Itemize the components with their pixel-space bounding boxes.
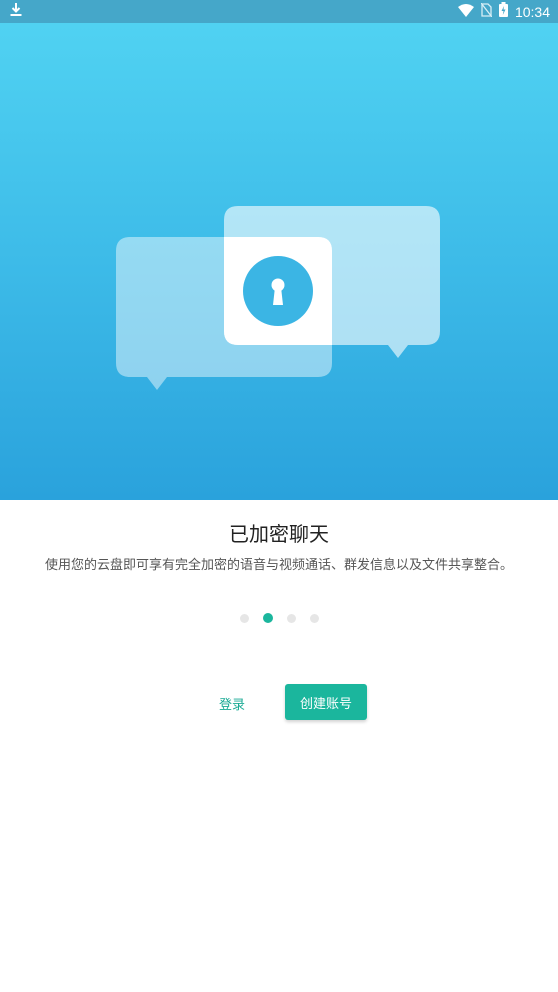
status-bar: 10:34 xyxy=(0,0,558,23)
status-bar-left xyxy=(10,2,22,21)
login-button[interactable]: 登录 xyxy=(204,688,260,718)
create-account-button[interactable]: 创建账号 xyxy=(285,684,367,720)
page-title: 已加密聊天 xyxy=(229,522,329,546)
lock-icon xyxy=(243,256,313,326)
page-indicator xyxy=(0,612,558,624)
page-dot-4[interactable] xyxy=(309,613,319,623)
status-bar-right: 10:34 xyxy=(457,2,550,21)
status-time: 10:34 xyxy=(514,3,550,20)
wifi-icon xyxy=(457,2,474,21)
page-description: 使用您的云盘即可享有完全加密的语音与视频通话、群发信息以及文件共享整合。 xyxy=(44,558,513,573)
no-sim-icon xyxy=(480,2,493,21)
page-dot-1[interactable] xyxy=(239,613,249,623)
page-dot-3[interactable] xyxy=(286,613,296,623)
battery-charging-icon xyxy=(498,2,508,21)
page-dot-2-active[interactable] xyxy=(262,613,273,623)
hero-illustration xyxy=(0,23,558,500)
download-icon xyxy=(10,2,22,21)
encrypted-chat-illustration xyxy=(116,206,440,390)
